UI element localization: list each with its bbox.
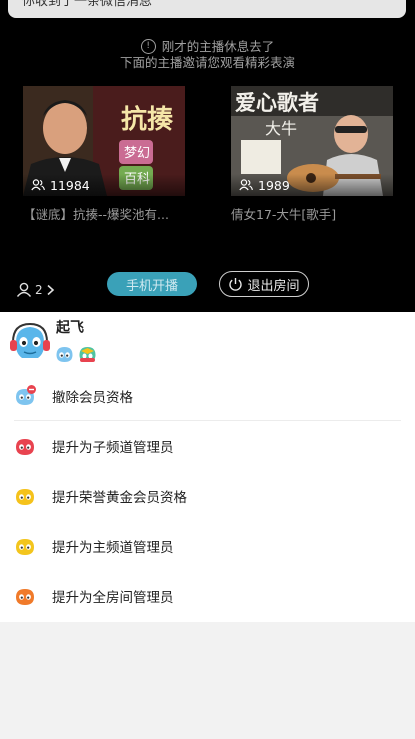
stream-thumbnail: 爱心歌者 大牛 1989 (231, 86, 393, 196)
orange-admin-icon (14, 585, 36, 607)
red-admin-icon (14, 435, 36, 457)
user-count-value: 2 (35, 282, 43, 297)
host-offline-notice: ! 刚才的主播休息去了 下面的主播邀请您观看精彩表演 (0, 36, 415, 71)
live-room-area: 你收到了一条微信消息 ! 刚才的主播休息去了 下面的主播邀请您观看精彩表演 抗揍… (0, 0, 415, 312)
viewer-count-value: 11984 (50, 177, 90, 193)
recommended-stream-card[interactable]: 抗揍 梦幻 百科 11984 【谜底】抗揍--爆奖池有... (23, 86, 185, 223)
thumb-title-text: 爱心歌者 (235, 91, 319, 115)
menu-item-label: 提升为子频道管理员 (52, 440, 174, 456)
exit-room-label: 退出房间 (247, 278, 300, 294)
viewer-count: 1989 (231, 174, 393, 196)
notice-line1: 刚才的主播休息去了 (161, 38, 275, 54)
wechat-notification[interactable]: 你收到了一条微信消息 (8, 0, 406, 18)
viewers-icon (239, 179, 253, 191)
menu-item-label: 提升为主频道管理员 (52, 540, 174, 556)
username: 起飞 (56, 320, 84, 336)
menu-item-revoke-membership[interactable]: 撤除会员资格 (0, 371, 415, 421)
info-icon: ! (140, 39, 156, 54)
recommended-stream-card[interactable]: 爱心歌者 大牛 1989 倩女17-大牛[歌手] (231, 86, 393, 223)
menu-item-promote-gold-member[interactable]: 提升荣誉黄金会员资格 (0, 471, 415, 521)
thumb-title-text: 抗揍 (121, 104, 174, 135)
menu-item-label: 提升荣誉黄金会员资格 (52, 490, 187, 506)
menu-item-label: 提升为全房间管理员 (52, 590, 174, 606)
member-badge-icon (56, 347, 73, 362)
menu-item-promote-subchannel-admin[interactable]: 提升为子频道管理员 (0, 421, 415, 471)
viewer-count: 11984 (23, 174, 185, 196)
stream-thumbnail: 抗揍 梦幻 百科 11984 (23, 86, 185, 196)
blue-member-icon (14, 385, 36, 407)
stream-title: 倩女17-大牛[歌手] (231, 207, 337, 222)
menu-item-promote-main-channel-admin[interactable]: 提升为主频道管理员 (0, 521, 415, 571)
thumb-sub1: 梦幻 (124, 146, 150, 161)
viewers-icon (31, 179, 45, 191)
menu-item-promote-all-room-admin[interactable]: 提升为全房间管理员 (0, 571, 415, 621)
avatar[interactable] (10, 322, 50, 366)
notification-text: 你收到了一条微信消息 (22, 0, 153, 9)
online-users-button[interactable]: 2 (16, 282, 55, 297)
menu-item-label: 撤除会员资格 (52, 390, 133, 406)
thumb-sub1: 大牛 (265, 119, 297, 138)
user-action-sheet: 起飞 撤除会员资格 提升为子频道管理员 提升荣誉黄金会员资格 提升为主频道管理员… (0, 312, 415, 622)
chevron-right-icon (47, 284, 54, 295)
user-icon (16, 282, 32, 297)
viewer-count-value: 1989 (258, 177, 290, 193)
user-badges (55, 346, 97, 363)
start-broadcast-label: 手机开播 (125, 278, 178, 294)
yellow-admin-icon (14, 535, 36, 557)
power-icon (229, 277, 243, 291)
exit-room-button[interactable]: 退出房间 (219, 271, 309, 297)
gold-member-icon (14, 485, 36, 507)
start-broadcast-button[interactable]: 手机开播 (107, 272, 197, 296)
level-badge-icon (79, 347, 96, 362)
notice-line2: 下面的主播邀请您观看精彩表演 (119, 54, 295, 70)
action-menu: 撤除会员资格 提升为子频道管理员 提升荣誉黄金会员资格 提升为主频道管理员 提升… (0, 371, 415, 621)
stream-title: 【谜底】抗揍--爆奖池有... (23, 207, 169, 222)
